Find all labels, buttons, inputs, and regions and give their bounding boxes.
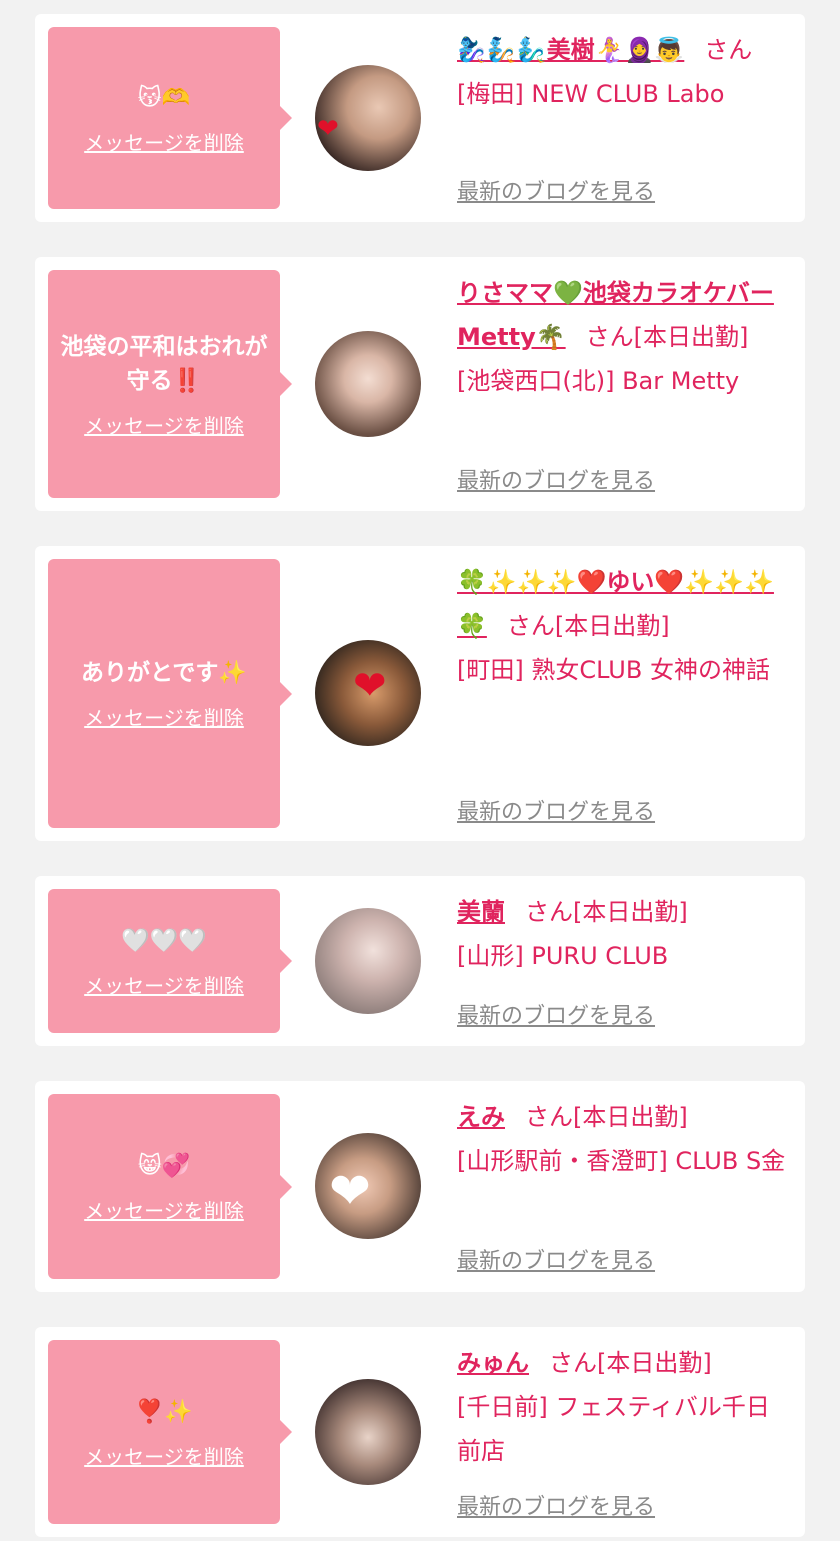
shop-text: [梅田] NEW CLUB Labo: [457, 80, 725, 108]
message-text: 池袋の平和はおれが守る‼️: [60, 333, 268, 394]
message-text: 😸💞: [137, 1153, 191, 1179]
honorific: さん: [525, 898, 573, 926]
avatar[interactable]: [315, 331, 421, 437]
latest-blog-link[interactable]: 最新のブログを見る: [457, 463, 655, 495]
cast-info: 美蘭 さん[本日出勤] [山形] PURU CLUB: [457, 890, 793, 978]
message-text: ありがとです✨: [81, 660, 247, 686]
latest-blog-link[interactable]: 最新のブログを見る: [457, 174, 655, 206]
shop-text: [町田] 熟女CLUB 女神の神話: [457, 656, 770, 684]
cast-info: りさママ💚池袋カラオケバーMetty🌴 さん[本日出勤] [池袋西口(北)] Ba…: [457, 271, 793, 403]
avatar[interactable]: ❤: [315, 65, 421, 171]
message-bubble: 😸💞 メッセージを削除: [48, 1094, 292, 1279]
cast-info: 🧞‍♀️🧞🧞‍♂️美樹🧜‍♀️🧕👼 さん [梅田] NEW CLUB Labo: [457, 28, 793, 116]
message-card: 😸💞 メッセージを削除 ❤ えみ さん[本日出勤] [山形駅前・香澄町] CLUB…: [35, 1081, 805, 1292]
message-bubble: 🤍🤍🤍 メッセージを削除: [48, 889, 292, 1033]
message-card: ありがとです✨ メッセージを削除 ❤ 🍀✨✨✨❤️ゆい❤️✨✨✨🍀 さん[本日出勤…: [35, 546, 805, 841]
avatar[interactable]: [315, 1379, 421, 1485]
delete-message-link[interactable]: メッセージを削除: [84, 1195, 244, 1224]
cast-name-link[interactable]: みゅん: [457, 1349, 529, 1377]
honorific: さん: [506, 612, 555, 640]
latest-blog-link[interactable]: 最新のブログを見る: [457, 1489, 655, 1521]
latest-blog-link[interactable]: 最新のブログを見る: [457, 794, 655, 826]
status-text: [本日出勤]: [573, 1103, 688, 1131]
message-card: 池袋の平和はおれが守る‼️ メッセージを削除 りさママ💚池袋カラオケバーMett…: [35, 257, 805, 511]
delete-message-link[interactable]: メッセージを削除: [84, 970, 244, 999]
shop-text: [山形] PURU CLUB: [457, 942, 669, 970]
honorific: さん: [525, 1103, 573, 1131]
shop-text: [池袋西口(北)] Bar Metty: [457, 367, 740, 395]
message-bubble: ありがとです✨ メッセージを削除: [48, 559, 292, 828]
latest-blog-link[interactable]: 最新のブログを見る: [457, 1243, 655, 1275]
message-card: ❣️✨ メッセージを削除 みゅん さん[本日出勤] [千日前] フェスティバル千日…: [35, 1327, 805, 1537]
status-text: [本日出勤]: [573, 898, 688, 926]
cast-info: えみ さん[本日出勤] [山形駅前・香澄町] CLUB S金: [457, 1095, 793, 1183]
shop-text: [山形駅前・香澄町] CLUB S金: [457, 1147, 786, 1175]
delete-message-link[interactable]: メッセージを削除: [84, 1441, 244, 1470]
cast-info: 🍀✨✨✨❤️ゆい❤️✨✨✨🍀 さん[本日出勤] [町田] 熟女CLUB 女神の神話: [457, 560, 793, 692]
avatar[interactable]: [315, 908, 421, 1014]
shop-text: [千日前] フェスティバル千日前店: [457, 1393, 770, 1465]
message-card: 😽🫶 メッセージを削除 ❤ 🧞‍♀️🧞🧞‍♂️美樹🧜‍♀️🧕👼 さん [梅田] N…: [35, 14, 805, 222]
heart-sticker-icon: ❤: [329, 1162, 371, 1220]
status-text: [本日出勤]: [554, 612, 670, 640]
delete-message-link[interactable]: メッセージを削除: [84, 702, 244, 731]
message-text: 😽🫶: [137, 84, 191, 111]
honorific: さん: [585, 323, 634, 351]
cast-name-link[interactable]: 🧞‍♀️🧞🧞‍♂️美樹🧜‍♀️🧕👼: [457, 36, 684, 64]
cast-name-link[interactable]: 美蘭: [457, 898, 505, 926]
status-text: [本日出勤]: [633, 323, 749, 351]
honorific: さん: [549, 1349, 597, 1377]
message-bubble: 😽🫶 メッセージを削除: [48, 27, 292, 209]
message-bubble: ❣️✨ メッセージを削除: [48, 1340, 292, 1524]
cast-name-link[interactable]: えみ: [457, 1103, 505, 1131]
message-card: 🤍🤍🤍 メッセージを削除 美蘭 さん[本日出勤] [山形] PURU CLUB 最…: [35, 876, 805, 1046]
delete-message-link[interactable]: メッセージを削除: [84, 410, 244, 439]
latest-blog-link[interactable]: 最新のブログを見る: [457, 998, 655, 1030]
avatar[interactable]: ❤: [315, 640, 421, 746]
honorific: さん: [704, 36, 753, 64]
cast-info: みゅん さん[本日出勤] [千日前] フェスティバル千日前店: [457, 1341, 793, 1473]
avatar[interactable]: ❤: [315, 1133, 421, 1239]
message-text: 🤍🤍🤍: [121, 927, 207, 954]
heart-sticker-icon: ❤: [317, 114, 339, 144]
heart-sticker-icon: ❤: [353, 663, 387, 709]
delete-message-link[interactable]: メッセージを削除: [84, 127, 244, 156]
message-bubble: 池袋の平和はおれが守る‼️ メッセージを削除: [48, 270, 292, 498]
message-text: ❣️✨: [135, 1398, 193, 1425]
status-text: [本日出勤]: [597, 1349, 712, 1377]
